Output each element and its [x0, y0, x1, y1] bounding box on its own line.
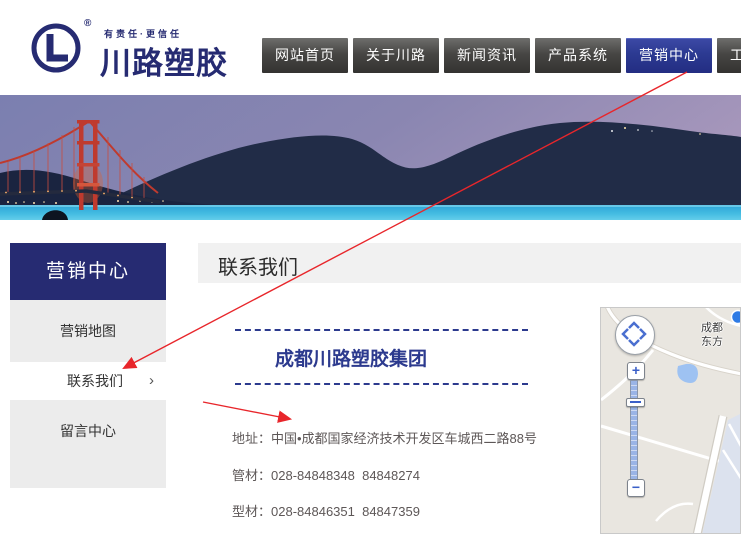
page-title-bar: 联系我们 — [198, 243, 741, 283]
sidebar-item-message-center[interactable]: 留言中心 — [10, 412, 166, 450]
nav-item-about[interactable]: 关于川路 — [353, 38, 439, 73]
sidebar-title: 营销中心 — [10, 243, 166, 300]
company-title: 成都川路塑胶集团 — [275, 344, 427, 371]
registered-mark: ® — [84, 18, 91, 29]
chevron-right-icon — [640, 329, 645, 339]
dashed-divider-top — [235, 329, 528, 331]
nav-item-products[interactable]: 产品系统 — [535, 38, 621, 73]
zoom-slider-handle[interactable] — [626, 398, 645, 407]
contact-phone-pipes: 管材：028-84848348 84848274 — [232, 465, 420, 484]
sidebar-item-contact-us[interactable]: 联系我们 › — [10, 362, 180, 400]
page-title: 联系我们 — [218, 251, 298, 280]
site-logo[interactable]: ® 有责任·更信任 川路塑胶 — [28, 16, 248, 82]
hero-banner-image — [0, 95, 741, 220]
arrow-to-address — [203, 402, 290, 419]
zoom-out-button[interactable]: − — [627, 479, 645, 497]
page: ® 有责任·更信任 川路塑胶 网站首页 关于川路 新闻资讯 产品系统 营销中心 … — [0, 0, 741, 534]
sidebar-item-label: 联系我们 — [67, 373, 123, 389]
logo-company-name: 川路塑胶 — [100, 38, 228, 83]
nav-item-home[interactable]: 网站首页 — [262, 38, 348, 73]
zoom-slider-track[interactable] — [630, 380, 638, 486]
dashed-divider-bottom — [235, 383, 528, 385]
contact-address: 地址：中国•成都国家经济技术开发区车城西二路88号 — [232, 428, 537, 447]
nav-item-marketing[interactable]: 营销中心 — [626, 38, 712, 73]
chevron-down-icon — [629, 340, 639, 345]
sidebar-item-marketing-map[interactable]: 营销地图 — [10, 312, 166, 350]
nav-item-cases[interactable]: 工程案例 — [717, 38, 741, 73]
location-map[interactable]: 成都 东方 + − — [600, 307, 741, 534]
chevron-right-icon: › — [149, 362, 154, 400]
sidebar-menu: 营销地图 联系我们 › 留言中心 — [10, 300, 166, 488]
site-header: ® 有责任·更信任 川路塑胶 网站首页 关于川路 新闻资讯 产品系统 营销中心 … — [0, 0, 741, 95]
chevron-up-icon — [629, 323, 639, 328]
chevron-left-icon — [623, 329, 628, 339]
zoom-in-button[interactable]: + — [627, 362, 645, 380]
contact-phone-profiles: 型材：028-84846351 84847359 — [232, 501, 420, 520]
logo-cl-icon — [30, 22, 82, 74]
map-label-dongfang: 东方 — [701, 333, 723, 349]
nav-item-news[interactable]: 新闻资讯 — [444, 38, 530, 73]
map-poi-icon — [732, 311, 741, 324]
map-pan-control[interactable] — [615, 315, 655, 355]
